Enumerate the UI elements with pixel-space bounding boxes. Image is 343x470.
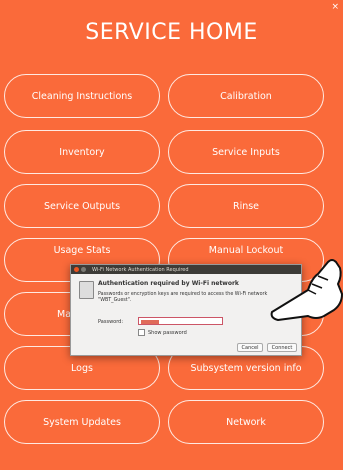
dialog-title: Wi-Fi Network Authentication Required (92, 266, 189, 273)
system-updates-button[interactable]: System Updates (4, 400, 160, 444)
network-button[interactable]: Network (168, 400, 324, 444)
pointing-hand-icon (270, 259, 343, 321)
show-password-toggle[interactable]: Show password (138, 329, 187, 336)
cleaning-instructions-button[interactable]: Cleaning Instructions (4, 74, 160, 118)
inventory-button[interactable]: Inventory (4, 130, 160, 174)
close-icon[interactable]: × (331, 2, 339, 12)
dialog-heading: Authentication required by Wi-Fi network (98, 280, 239, 287)
close-icon[interactable] (74, 267, 79, 272)
password-field[interactable] (138, 317, 223, 325)
service-outputs-button[interactable]: Service Outputs (4, 184, 160, 228)
calibration-button[interactable]: Calibration (168, 74, 324, 118)
dialog-titlebar: Wi-Fi Network Authentication Required (71, 265, 301, 274)
wifi-lock-icon (79, 281, 94, 299)
password-label: Password: (98, 319, 124, 325)
connect-button[interactable]: Connect (267, 343, 297, 352)
show-password-label: Show password (148, 329, 187, 336)
show-password-checkbox[interactable] (138, 329, 145, 336)
cancel-button[interactable]: Cancel (237, 343, 263, 352)
minimize-icon[interactable] (81, 267, 86, 272)
page-title: SERVICE HOME (85, 20, 258, 45)
password-masked-value (141, 319, 159, 324)
service-inputs-button[interactable]: Service Inputs (168, 130, 324, 174)
rinse-button[interactable]: Rinse (168, 184, 324, 228)
